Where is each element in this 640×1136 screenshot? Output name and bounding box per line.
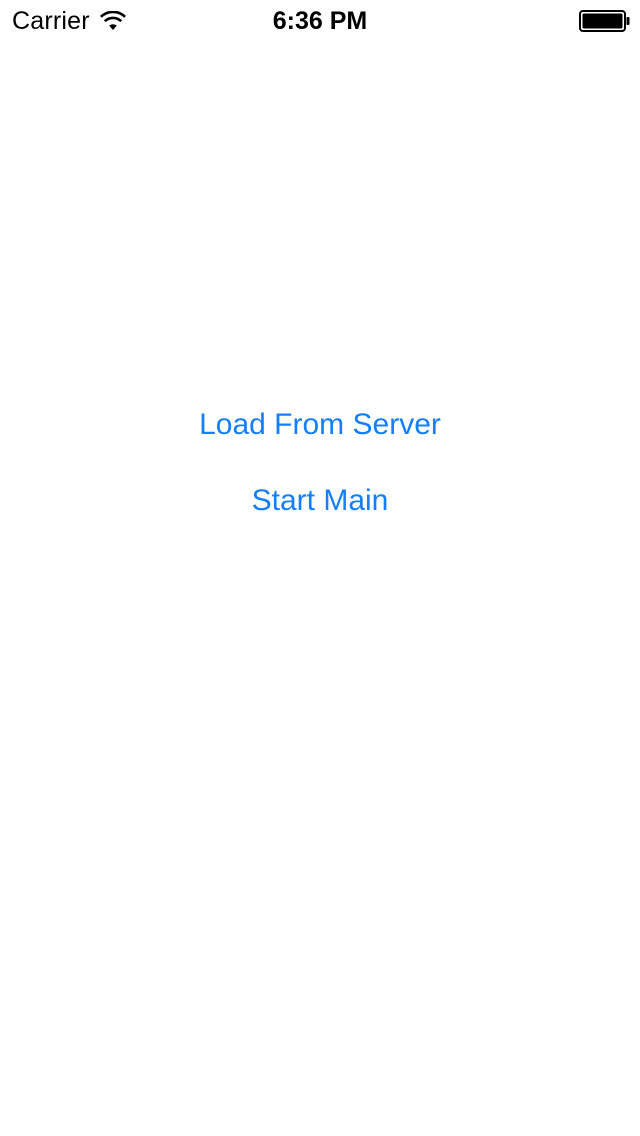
load-from-server-button[interactable]: Load From Server (0, 405, 640, 445)
main-content: Load From Server Start Main (0, 0, 640, 1136)
start-main-button[interactable]: Start Main (0, 481, 640, 521)
